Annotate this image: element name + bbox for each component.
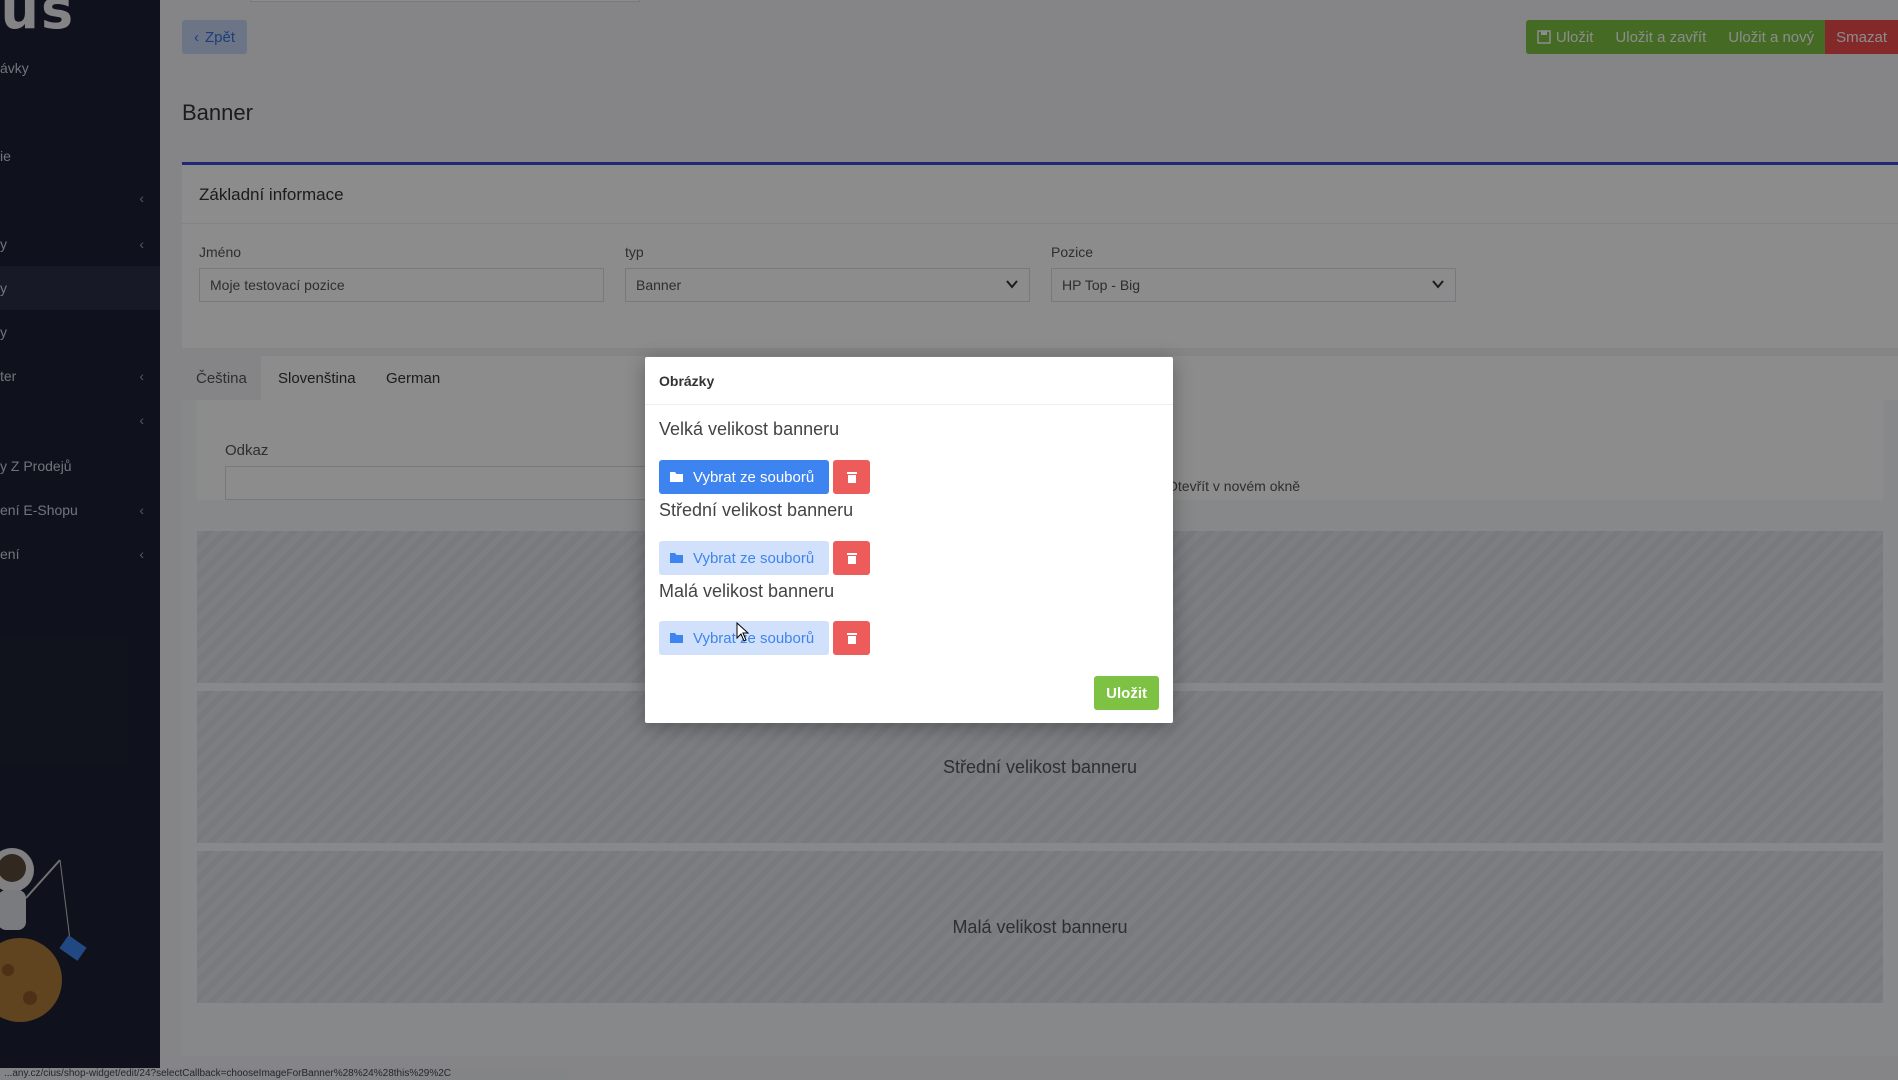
- folder-open-icon: [670, 553, 683, 563]
- choose-file-button-large[interactable]: Vybrat ze souborů: [659, 460, 829, 494]
- folder-open-icon: [670, 633, 683, 643]
- small-banner-label: Malá velikost banneru: [659, 581, 835, 601]
- modal-save-button[interactable]: Uložit: [1094, 676, 1159, 710]
- trash-icon: [846, 553, 857, 564]
- medium-banner-row: Vybrat ze souborů: [659, 541, 870, 575]
- medium-banner-label: Střední velikost banneru: [659, 500, 854, 520]
- folder-open-icon: [670, 472, 683, 482]
- images-modal: Obrázky Velká velikost banneru Vybrat ze…: [645, 357, 1173, 723]
- mouse-cursor-icon: [736, 622, 750, 642]
- trash-icon: [846, 472, 857, 483]
- trash-icon: [846, 633, 857, 644]
- delete-image-button-medium[interactable]: [833, 541, 870, 575]
- small-banner-row: Vybrat ze souborů: [659, 621, 870, 655]
- delete-image-button-large[interactable]: [833, 460, 870, 494]
- large-banner-label: Velká velikost banneru: [659, 419, 840, 439]
- modal-title: Obrázky: [645, 357, 1173, 405]
- choose-file-button-medium[interactable]: Vybrat ze souborů: [659, 541, 829, 575]
- delete-image-button-small[interactable]: [833, 621, 870, 655]
- large-banner-row: Vybrat ze souborů: [659, 460, 870, 494]
